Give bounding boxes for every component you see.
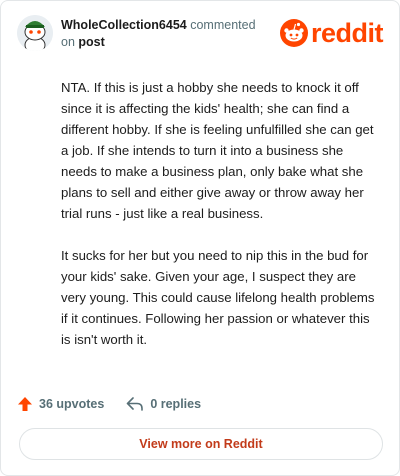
comment-actions: 36 upvotes 0 replies <box>17 393 201 415</box>
comment-paragraph-1: NTA. If this is just a hobby she needs t… <box>61 80 374 221</box>
reddit-wordmark: reddit <box>310 17 384 48</box>
comment-paragraph-2: It sucks for her but you need to nip thi… <box>61 248 375 347</box>
commented-label: commented <box>190 18 256 32</box>
embedded-comment-card: WholeCollection6454 commented on post re… <box>0 0 400 476</box>
view-more-on-reddit-button[interactable]: View more on Reddit <box>19 428 383 460</box>
comment-meta: WholeCollection6454 commented on post <box>61 17 256 51</box>
reddit-logo-icon <box>279 19 308 47</box>
author-username[interactable]: WholeCollection6454 <box>61 18 187 32</box>
upvote-arrow-icon <box>18 397 32 411</box>
reply-button[interactable]: 0 replies <box>126 396 201 412</box>
on-label: on <box>61 35 75 49</box>
upvote-count: 36 upvotes <box>39 397 105 411</box>
reddit-logo[interactable]: reddit <box>279 17 384 48</box>
comment-body: NTA. If this is just a hobby she needs t… <box>61 77 381 371</box>
snoo-avatar-icon[interactable] <box>17 15 53 51</box>
comment-header: WholeCollection6454 commented on post re… <box>17 15 384 55</box>
reply-arrow-icon <box>127 397 144 411</box>
reply-count: 0 replies <box>150 397 202 411</box>
post-link[interactable]: post <box>78 35 104 49</box>
upvote-button[interactable]: 36 upvotes <box>17 396 104 412</box>
